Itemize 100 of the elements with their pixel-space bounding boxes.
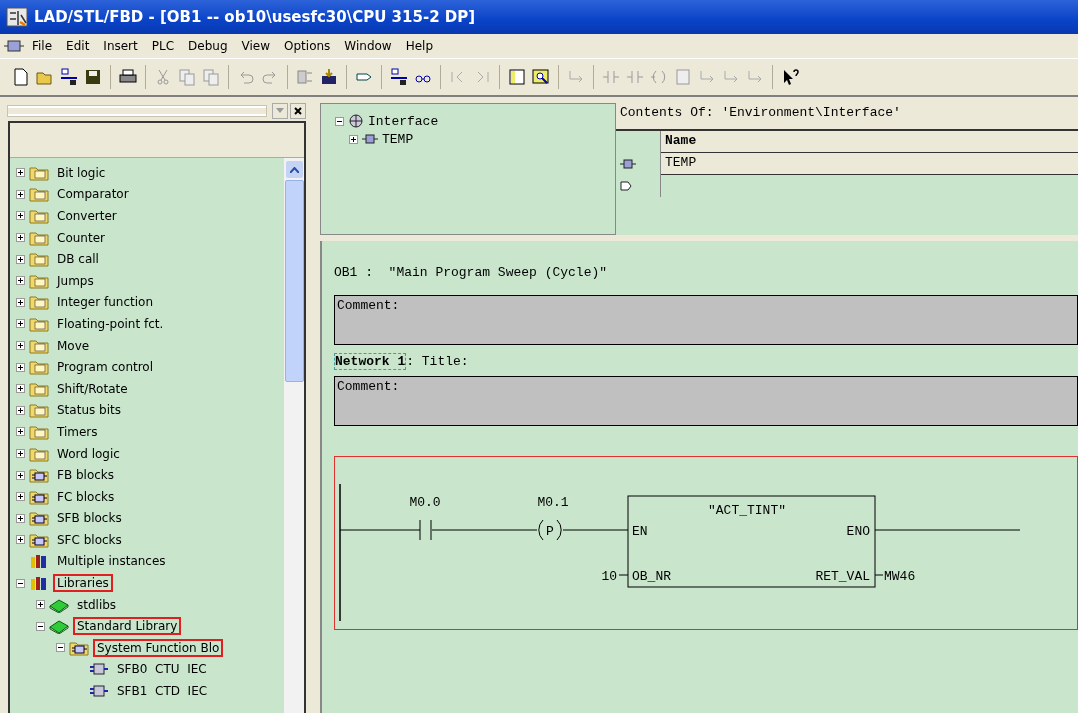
tree-item[interactable]: FB blocks	[53, 466, 119, 485]
folder-icon	[29, 164, 49, 181]
block-icon	[89, 683, 109, 700]
network-icon[interactable]	[58, 66, 80, 88]
expander-toggle[interactable]	[16, 384, 25, 394]
tree-item[interactable]: SFC blocks	[53, 530, 126, 549]
block-folder-icon	[29, 531, 49, 548]
table-cell: TEMP	[661, 153, 1078, 175]
expander-toggle[interactable]	[16, 297, 25, 307]
contact-address: M0.0	[409, 495, 441, 510]
folder-icon	[29, 359, 49, 376]
menu-item[interactable]: Options	[278, 37, 337, 55]
tree-item[interactable]: System Function Blo	[93, 638, 224, 657]
folder-icon	[29, 445, 49, 462]
network-title: : Title:	[406, 354, 469, 369]
pin-label: OB_NR	[632, 569, 671, 584]
expander-toggle[interactable]	[16, 492, 25, 502]
tree-item[interactable]: Status bits	[53, 401, 125, 420]
expander-toggle[interactable]	[16, 168, 25, 178]
folder-icon	[29, 229, 49, 246]
tree-item[interactable]: FC blocks	[53, 487, 119, 506]
tree-item[interactable]: Comparator	[53, 185, 133, 204]
variable-icon	[362, 133, 378, 145]
menu-item[interactable]: Edit	[60, 37, 96, 55]
tree-item[interactable]: Word logic	[53, 444, 124, 463]
contact-symbol[interactable]	[419, 519, 432, 541]
expander-toggle[interactable]	[16, 319, 25, 329]
function-block[interactable]	[627, 495, 876, 588]
expander-toggle[interactable]	[16, 254, 25, 264]
network-label[interactable]: Network 1	[334, 353, 407, 370]
expander-toggle[interactable]	[16, 276, 25, 286]
tree-item[interactable]: SFB1 CTD IEC	[113, 682, 212, 701]
tree-item[interactable]: SFB blocks	[53, 509, 126, 528]
expander-toggle[interactable]	[16, 233, 25, 243]
coil-symbol[interactable]	[538, 519, 562, 541]
variable-icon	[620, 158, 636, 170]
scrollbar[interactable]	[284, 158, 304, 713]
tree-item[interactable]: Bit logic	[53, 163, 110, 182]
pin-label: RET_VAL	[815, 569, 870, 584]
expander-toggle[interactable]	[36, 600, 45, 610]
folder-icon	[29, 272, 49, 289]
tree-item[interactable]: Interface	[368, 113, 439, 129]
menu-item[interactable]: Help	[399, 37, 440, 55]
menu-item[interactable]: PLC	[145, 37, 181, 55]
expander-toggle[interactable]	[16, 341, 25, 351]
tree-item[interactable]: Floating-point fct.	[53, 314, 168, 333]
column-header[interactable]: Name	[661, 131, 1078, 153]
folder-icon	[29, 423, 49, 440]
network-icon[interactable]	[388, 66, 410, 88]
expander-toggle[interactable]	[16, 427, 25, 437]
menu-item[interactable]: Insert	[97, 37, 144, 55]
comment-field[interactable]: Comment:	[334, 295, 1078, 345]
folder-icon	[29, 294, 49, 311]
pin-label: EN	[632, 524, 648, 539]
window-icon[interactable]	[506, 66, 528, 88]
tree-item[interactable]: Converter	[53, 207, 121, 225]
document-icon[interactable]	[4, 39, 24, 53]
close-icon	[294, 107, 302, 115]
expander-toggle[interactable]	[335, 116, 344, 126]
tree-item[interactable]: Standard Library	[73, 617, 182, 636]
tree-item[interactable]: Integer function	[53, 293, 157, 312]
expander-toggle[interactable]	[349, 134, 358, 144]
tree-item[interactable]: Multiple instances	[53, 552, 170, 571]
tree-item[interactable]: Program control	[53, 358, 158, 377]
expander-toggle[interactable]	[16, 362, 25, 372]
tree-item[interactable]: stdlibs	[73, 595, 121, 614]
menu-item[interactable]: View	[235, 37, 277, 55]
expander-toggle[interactable]	[16, 470, 25, 480]
tree-item[interactable]: Move	[53, 336, 94, 355]
expander-toggle[interactable]	[36, 621, 45, 631]
tree-item[interactable]: Counter	[53, 228, 109, 247]
menu-item[interactable]: File	[26, 37, 59, 55]
expander-toggle[interactable]	[56, 643, 65, 653]
block-name: ″ACT_TINT″	[708, 503, 786, 518]
parameter-value: 10	[601, 569, 617, 584]
block-folder-icon	[29, 488, 49, 505]
expander-toggle[interactable]	[16, 211, 25, 221]
expander-toggle[interactable]	[16, 513, 25, 523]
tree-item[interactable]: Jumps	[53, 271, 98, 290]
menu-item[interactable]: Debug	[182, 37, 234, 55]
folder-icon	[29, 315, 49, 332]
menu-item[interactable]: Window	[338, 37, 398, 55]
expander-toggle[interactable]	[16, 189, 25, 199]
tree-item[interactable]: DB call	[53, 250, 103, 269]
tree-item[interactable]: Shift/Rotate	[53, 379, 132, 398]
tree-item[interactable]: SFB0 CTU IEC	[113, 660, 211, 679]
comment-field[interactable]: Comment:	[334, 376, 1078, 426]
tree-item[interactable]: TEMP	[382, 131, 414, 147]
tree-item[interactable]: Timers	[53, 422, 102, 441]
expander-toggle[interactable]	[16, 449, 25, 458]
panel-grip[interactable]	[8, 106, 266, 116]
expander-toggle[interactable]	[16, 405, 25, 415]
tree-item[interactable]: Libraries	[53, 574, 113, 593]
app-icon	[6, 7, 28, 27]
block-icon	[89, 661, 109, 678]
expander-toggle[interactable]	[16, 535, 25, 545]
folder-icon	[29, 251, 49, 268]
close-button[interactable]	[290, 103, 306, 119]
book-icon	[49, 618, 69, 635]
expander-toggle[interactable]	[16, 578, 25, 588]
